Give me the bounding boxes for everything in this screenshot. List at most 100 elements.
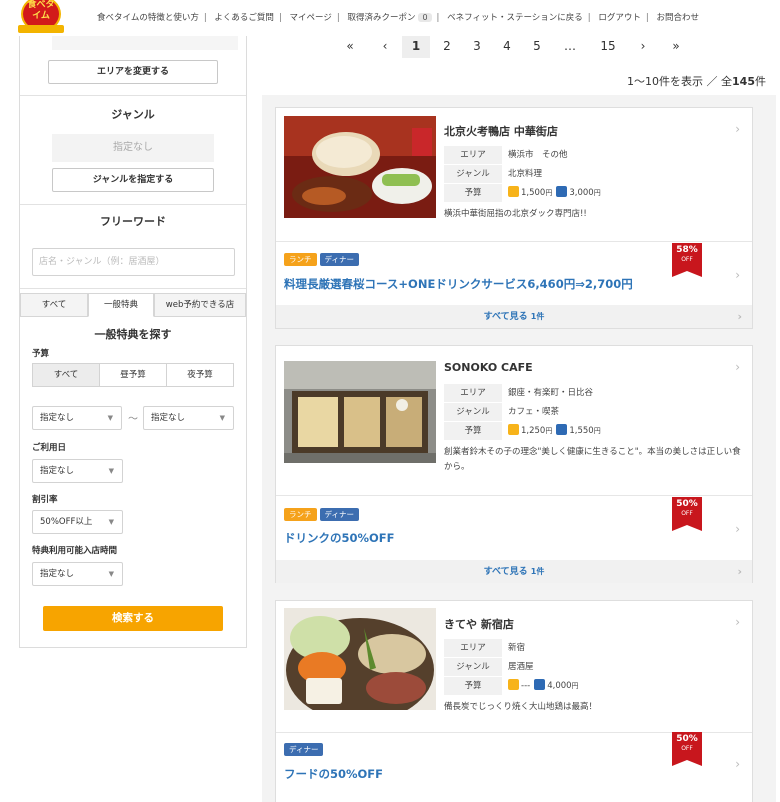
nav-separator: | — [336, 13, 340, 23]
dinner-budget: 4,000 — [547, 681, 572, 691]
dinner-budget: 1,550 — [569, 426, 594, 436]
info-row-budget: 予算 --- 4,000円 — [444, 677, 744, 695]
chevron-right-icon[interactable]: › — [735, 268, 740, 282]
restaurant-card[interactable]: きてや 新宿店 › エリア 新宿 ジャンル 居酒屋 予算 --- 4,000円 備長炭で… — [275, 600, 753, 802]
info-row-genre: ジャンル カフェ・喫茶 — [444, 403, 744, 421]
freeword-input[interactable]: 店名・ジャンル（例：居酒屋） — [32, 248, 235, 276]
sun-icon — [508, 424, 519, 435]
nav-separator: | — [203, 13, 207, 23]
tab-web-reservation[interactable]: web予約できる店 — [154, 293, 246, 317]
sun-icon — [508, 186, 519, 197]
chevron-right-icon[interactable]: › — [735, 615, 740, 629]
info-row-budget: 予算 1,500円 3,000円 — [444, 184, 744, 202]
date-value: 指定なし — [40, 466, 75, 476]
see-all-count: 1件 — [530, 567, 545, 576]
search-button[interactable]: 検索する — [43, 606, 223, 631]
nav-link-faq[interactable]: よくあるご質問 — [214, 11, 274, 23]
restaurant-name[interactable]: きてや 新宿店 — [444, 616, 514, 632]
restaurant-photo[interactable] — [284, 608, 436, 710]
page-link[interactable]: 2 — [437, 36, 457, 58]
dinner-tag: ディナー — [319, 253, 359, 266]
next-page-button[interactable]: › — [633, 36, 653, 58]
chevron-right-icon: › — [737, 310, 742, 323]
page-link[interactable]: 4 — [497, 36, 517, 58]
page-link-last[interactable]: 15 — [595, 36, 621, 58]
see-all-label: すべて見る — [483, 312, 528, 322]
area-display — [52, 36, 238, 50]
budget-segment-dinner[interactable]: 夜予算 — [166, 363, 234, 387]
tab-all[interactable]: すべて — [20, 293, 88, 317]
nav-link-coupons-label: 取得済みクーポン — [347, 13, 416, 23]
yen-unit: 円 — [545, 189, 553, 197]
budget-segment-lunch[interactable]: 昼予算 — [99, 363, 167, 387]
page-link-current[interactable]: 1 — [402, 36, 430, 58]
see-all-button[interactable]: すべて見る 1件 › — [276, 305, 752, 328]
logo-ribbon — [18, 25, 64, 33]
budget-max-select[interactable]: 指定なし ▼ — [143, 406, 234, 430]
area-key: エリア — [444, 146, 502, 164]
divider — [20, 95, 246, 96]
select-genre-button[interactable]: ジャンルを指定する — [52, 168, 214, 192]
offer-link[interactable]: 料理長厳選春桜コース+ONEドリンクサービス6,460円⇒2,700円 — [284, 276, 633, 292]
discount-select[interactable]: 50%OFF以上 ▼ — [32, 510, 123, 534]
genre-title: ジャンル — [111, 108, 155, 121]
page-link[interactable]: 5 — [527, 36, 547, 58]
area-key: エリア — [444, 639, 502, 657]
budget-min-select[interactable]: 指定なし ▼ — [32, 406, 122, 430]
entry-time-select[interactable]: 指定なし ▼ — [32, 562, 123, 586]
chevron-right-icon[interactable]: › — [735, 757, 740, 771]
change-area-button[interactable]: エリアを変更する — [48, 60, 218, 84]
tab-general-benefit[interactable]: 一般特典 — [88, 293, 154, 317]
dinner-tag: ディナー — [319, 508, 359, 521]
divider — [20, 204, 246, 205]
nav-separator: | — [278, 13, 282, 23]
page-link[interactable]: 3 — [467, 36, 487, 58]
nav-link-benefit-station[interactable]: ベネフィット・ステーションに戻る — [447, 11, 583, 23]
nav-link-coupons[interactable]: 取得済みクーポン 0 — [347, 11, 432, 23]
prev-page-button[interactable]: ‹ — [375, 36, 395, 58]
nav-link-logout[interactable]: ログアウト — [598, 11, 641, 23]
info-row-genre: ジャンル 居酒屋 — [444, 658, 744, 676]
date-label: ご利用日 — [32, 443, 67, 453]
genre-value: 北京料理 — [508, 169, 543, 179]
meal-tags: ランチ ディナー — [284, 253, 362, 266]
restaurant-name[interactable]: SONOKO CAFE — [444, 361, 533, 374]
restaurant-name[interactable]: 北京火考鴨店 中華街店 — [444, 123, 558, 139]
lunch-tag: ランチ — [284, 508, 317, 521]
meal-tags: ディナー — [284, 743, 326, 756]
section-title: 一般特典を探す — [94, 328, 172, 341]
nav-link-contact[interactable]: お問合わせ — [656, 11, 699, 23]
discount-percent: 58% — [676, 245, 698, 255]
chevron-right-icon[interactable]: › — [735, 360, 740, 374]
site-logo[interactable]: 食べタイム — [18, 0, 64, 36]
chevron-right-icon[interactable]: › — [735, 522, 740, 536]
result-unit: 件 — [755, 75, 766, 88]
genre-key: ジャンル — [444, 658, 502, 676]
yen-unit: 円 — [593, 189, 601, 197]
last-page-button[interactable]: » — [666, 36, 686, 58]
budget-key: 予算 — [444, 422, 502, 440]
yen-unit: 円 — [571, 682, 579, 690]
date-select[interactable]: 指定なし ▼ — [32, 459, 123, 483]
offer-link[interactable]: フードの50%OFF — [284, 766, 383, 782]
discount-percent: 50% — [676, 499, 698, 509]
budget-key: 予算 — [444, 184, 502, 202]
restaurant-photo[interactable] — [284, 361, 436, 463]
see-all-count: 1件 — [530, 312, 545, 321]
offer-link[interactable]: ドリンクの50%OFF — [284, 530, 395, 546]
entry-time-value: 指定なし — [40, 569, 75, 579]
nav-link-mypage[interactable]: マイページ — [290, 11, 332, 23]
restaurant-card[interactable]: 北京火考鴨店 中華街店 › エリア 横浜市 その他 ジャンル 北京料理 予算 1,50… — [275, 107, 753, 329]
dinner-budget: 3,000 — [569, 188, 594, 198]
restaurant-photo[interactable] — [284, 116, 436, 218]
nav-link-features[interactable]: 食べタイムの特徴と使い方 — [97, 11, 199, 23]
budget-segment-all[interactable]: すべて — [32, 363, 100, 387]
chevron-right-icon[interactable]: › — [735, 122, 740, 136]
first-page-button[interactable]: « — [340, 36, 360, 58]
budget-value: 1,250円 1,550円 — [508, 422, 601, 440]
budget-label: 予算 — [32, 349, 50, 359]
see-all-button[interactable]: すべて見る 1件 › — [276, 560, 752, 583]
logo-text: 食べタイム — [27, 0, 55, 21]
discount-value: 50%OFF以上 — [40, 517, 93, 527]
restaurant-card[interactable]: SONOKO CAFE › エリア 銀座・有楽町・日比谷 ジャンル カフェ・喫茶 予… — [275, 345, 753, 583]
